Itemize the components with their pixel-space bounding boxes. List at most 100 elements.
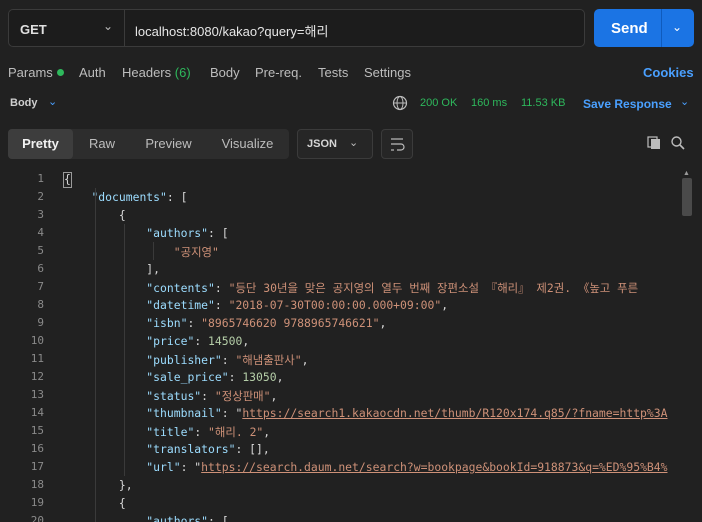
code-token: : [: [208, 226, 229, 240]
view-mode-tabs: Pretty Raw Preview Visualize: [8, 129, 289, 159]
code-line: "isbn": "8965746620 9788965746621",: [64, 316, 386, 330]
code-line: "authors": [: [64, 226, 229, 240]
method-select[interactable]: GET ⌄: [9, 10, 125, 46]
response-size[interactable]: 11.53 KB: [521, 97, 565, 109]
tab-headers[interactable]: Headers (6): [122, 65, 191, 80]
tab-prereq[interactable]: Pre-req.: [255, 65, 302, 80]
tab-auth[interactable]: Auth: [79, 65, 106, 80]
method-label: GET: [20, 22, 47, 37]
params-active-dot-icon: [56, 69, 64, 76]
tab-body[interactable]: Body: [210, 65, 240, 80]
line-number: 2: [37, 190, 44, 203]
line-number: 9: [37, 316, 44, 329]
tab-visualize[interactable]: Visualize: [206, 129, 289, 159]
tab-pretty[interactable]: Pretty: [8, 129, 73, 159]
code-token: ,: [276, 370, 284, 384]
tab-tests[interactable]: Tests: [318, 65, 348, 80]
code-token: ,: [379, 316, 387, 330]
code-line: "contents": "등단 30년을 맞은 공지영의 열두 번째 장편소설 …: [64, 280, 638, 296]
line-number: 7: [37, 280, 44, 293]
code-token: "documents": [91, 190, 167, 204]
format-select[interactable]: JSON ⌄: [297, 129, 373, 159]
line-number: 1: [37, 172, 44, 185]
code-token: :: [194, 425, 209, 439]
indent-guide: [153, 242, 154, 260]
code-token: },: [64, 478, 133, 492]
send-options-chevron-icon[interactable]: ⌄: [672, 20, 682, 34]
status-code[interactable]: 200 OK: [420, 97, 457, 109]
response-time[interactable]: 160 ms: [471, 97, 507, 109]
code-line: "url": "https://search.daum.net/search?w…: [64, 460, 667, 474]
code-token: "authors": [146, 226, 209, 240]
code-token: "title": [146, 425, 195, 439]
code-token: :: [214, 298, 229, 312]
code-line: "공지영": [64, 244, 219, 260]
search-icon[interactable]: [670, 135, 686, 151]
cookies-link[interactable]: Cookies: [643, 65, 694, 80]
tab-preview[interactable]: Preview: [131, 129, 206, 159]
code-token: "공지영": [173, 245, 219, 259]
code-token: "status": [146, 389, 202, 403]
indent-guide: [124, 224, 125, 476]
wrap-lines-button[interactable]: [381, 129, 413, 159]
code-token: : [: [166, 190, 188, 204]
code-token: : [: [208, 514, 229, 522]
response-body-editor[interactable]: 1 2 3 4 5 6 7 8 9 10 11 12 13 14 15 16 17 18 19 20 { "docum…: [0, 168, 702, 522]
chevron-down-icon[interactable]: ⌄: [680, 95, 689, 108]
tab-raw[interactable]: Raw: [73, 129, 131, 159]
code-token: "isbn": [146, 316, 188, 330]
chevron-down-icon: ⌄: [349, 137, 359, 149]
code-line: "publisher": "해냄출판사",: [64, 352, 308, 368]
code-line: "price": 14500,: [64, 334, 249, 348]
line-number: 14: [30, 406, 44, 419]
code-token: "price": [146, 334, 195, 348]
line-number: 13: [30, 388, 44, 401]
response-body-label[interactable]: Body: [10, 97, 38, 109]
line-number: 12: [30, 370, 44, 383]
response-bar: Body ⌄ 200 OK 160 ms 11.53 KB Save Respo…: [0, 95, 702, 113]
code-line: "documents": [: [64, 190, 187, 204]
code-line: },: [64, 478, 133, 492]
url-link[interactable]: https://search.daum.net/search?w=bookpag…: [201, 460, 667, 474]
code-line: "sale_price": 13050,: [64, 370, 283, 384]
line-number: 17: [30, 460, 44, 473]
globe-icon[interactable]: [392, 95, 408, 111]
tab-settings[interactable]: Settings: [364, 65, 411, 80]
code-token: "contents": [146, 281, 215, 295]
tab-headers-label: Headers: [122, 65, 172, 80]
tab-params[interactable]: Params: [8, 65, 64, 80]
vertical-scrollbar[interactable]: ▲: [680, 170, 692, 522]
code-token: ,: [441, 298, 449, 312]
code-token: "해리. 2": [208, 425, 264, 439]
code-token: "2018-07-30T00:00:00.000+09:00": [228, 298, 442, 312]
wrap-lines-icon: [391, 138, 405, 151]
code-token: :: [228, 370, 243, 384]
code-line: {: [64, 172, 71, 186]
send-button[interactable]: Send ⌄: [594, 9, 694, 47]
code-token: ],: [64, 262, 161, 276]
request-tabs: Params Auth Headers (6) Body Pre-req. Te…: [0, 65, 702, 81]
save-response-button[interactable]: Save Response: [583, 97, 672, 111]
code-token: 13050: [242, 370, 277, 384]
code-token: ,: [242, 334, 250, 348]
line-number: 18: [30, 478, 44, 491]
url-link[interactable]: https://search1.kakaocdn.net/thumb/R120x…: [242, 406, 667, 420]
scroll-up-icon[interactable]: ▲: [683, 170, 690, 177]
code-token: :: [187, 316, 202, 330]
copy-icon[interactable]: [646, 135, 662, 151]
url-input[interactable]: localhost:8080/kakao?query=해리: [135, 21, 328, 40]
code-token: :: [221, 353, 236, 367]
chevron-down-icon[interactable]: ⌄: [48, 95, 57, 108]
request-bar: GET ⌄ localhost:8080/kakao?query=해리: [8, 9, 585, 47]
code-line: "datetime": "2018-07-30T00:00:00.000+09:…: [64, 298, 448, 312]
scroll-thumb[interactable]: [682, 178, 692, 216]
code-token: "8965746620 9788965746621": [201, 316, 380, 330]
code-token: {: [64, 172, 71, 186]
